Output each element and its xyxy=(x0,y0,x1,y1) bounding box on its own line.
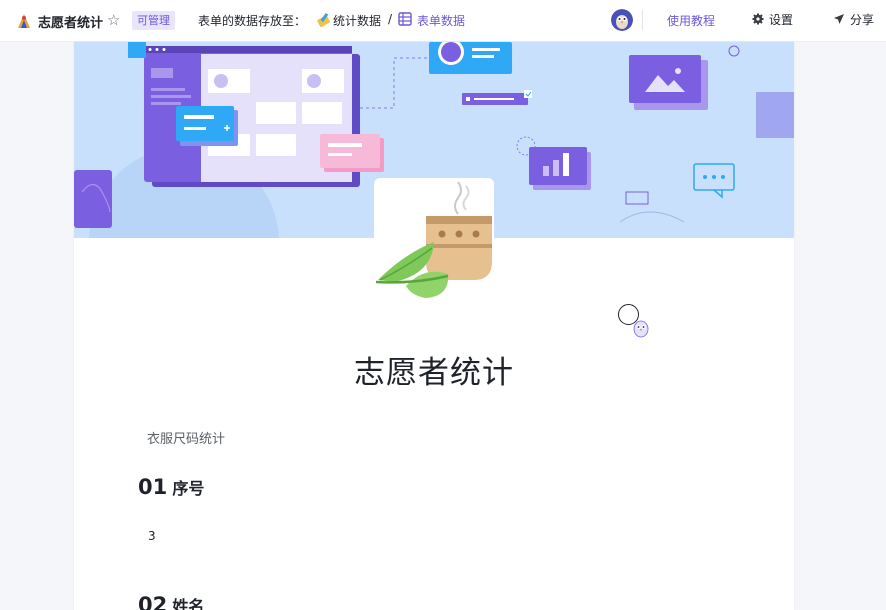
form-heading: 志愿者统计 xyxy=(354,355,514,391)
owl-cursor-icon xyxy=(633,320,649,338)
form-cover-icon[interactable] xyxy=(374,178,494,298)
share-button[interactable]: 分享 xyxy=(833,10,874,30)
question-1: 01 序号 xyxy=(138,475,204,499)
question-1-answer[interactable]: 3 xyxy=(148,529,156,543)
question-number: 01 xyxy=(138,475,168,499)
table-grid-icon xyxy=(398,12,412,26)
form-title: 志愿者统计 xyxy=(38,16,104,31)
tutorial-link[interactable]: 使用教程 xyxy=(667,12,715,29)
settings-button[interactable]: 设置 xyxy=(752,10,793,30)
top-bar: 志愿者统计 ☆ 可管理 表单的数据存放至： 统计数据 / 表单数据 使用教程 设… xyxy=(0,0,886,42)
star-icon[interactable]: ☆ xyxy=(107,11,120,29)
question-2: 02 姓名 xyxy=(138,593,204,610)
question-label: 序号 xyxy=(172,479,205,498)
storage-label: 表单的数据存放至： xyxy=(198,14,307,28)
question-label: 姓名 xyxy=(172,597,205,610)
breadcrumb-separator: / xyxy=(388,12,393,26)
table-link[interactable]: 表单数据 xyxy=(417,12,465,29)
toolbar-divider xyxy=(642,10,643,30)
form-description: 衣服尺码统计 xyxy=(147,432,226,447)
tea-cup-icon xyxy=(375,181,492,298)
app-logo-icon[interactable] xyxy=(15,12,33,30)
folder-emoji-icon xyxy=(317,12,330,27)
question-number: 02 xyxy=(138,593,168,610)
owl-avatar[interactable] xyxy=(611,9,633,31)
form-card: 志愿者统计 衣服尺码统计 01 序号 3 02 姓名 xyxy=(74,42,794,610)
permission-badge: 可管理 xyxy=(132,11,175,30)
folder-link[interactable]: 统计数据 xyxy=(333,12,381,29)
